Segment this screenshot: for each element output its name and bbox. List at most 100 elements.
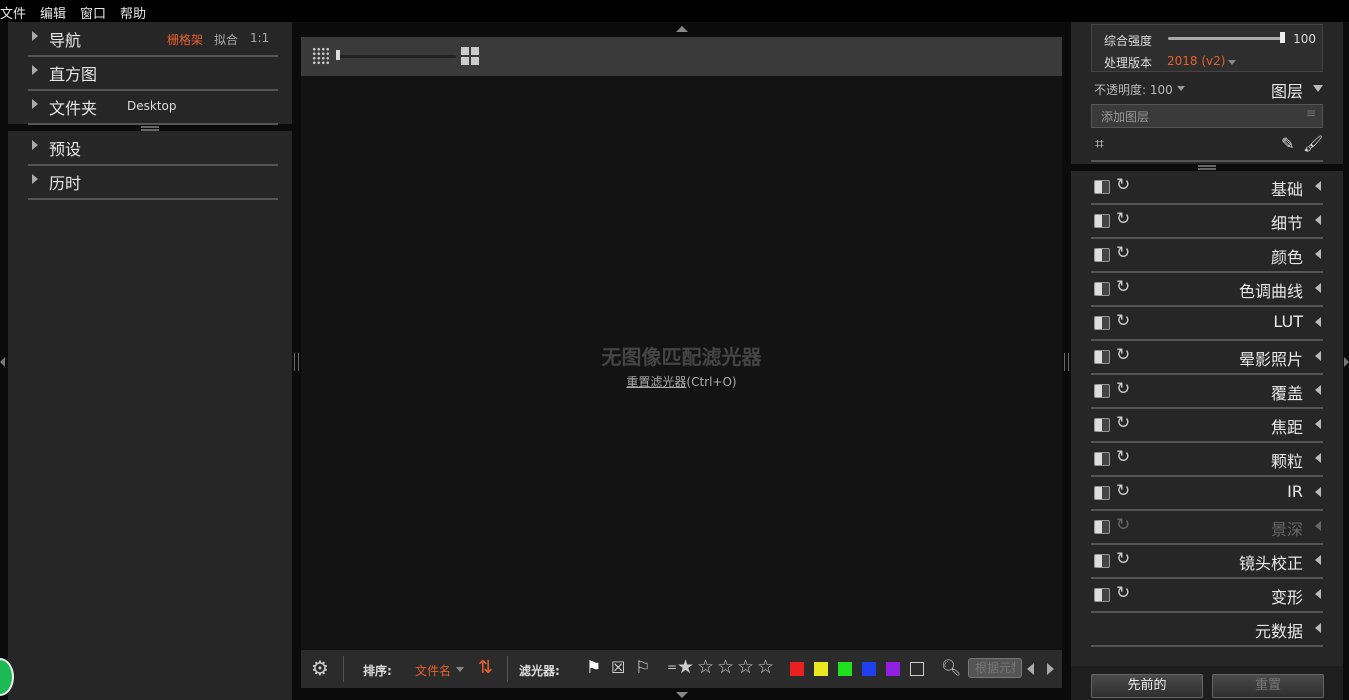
history-section[interactable]: 历时: [28, 165, 278, 200]
reset-icon[interactable]: ↻: [1116, 379, 1130, 399]
nav-option-fit[interactable]: 拟合: [214, 31, 238, 48]
opacity-dropdown[interactable]: 不透明度: 100: [1094, 81, 1173, 98]
nav-option-1to1[interactable]: 1:1: [250, 31, 269, 45]
expand-arrow-icon[interactable]: [1315, 215, 1321, 225]
reset-filter-link[interactable]: 重置滤光器: [626, 375, 686, 389]
adjust-vignette[interactable]: ↻ 晕影照片: [1091, 341, 1323, 375]
add-layer-field[interactable]: 添加图层 ≡: [1091, 104, 1323, 128]
large-grid-icon[interactable]: [461, 47, 479, 65]
right-panel-resize-handle-2[interactable]: [1198, 168, 1216, 170]
reset-icon[interactable]: ↻: [1116, 481, 1130, 501]
adjust-metadata[interactable]: 元数据: [1091, 613, 1323, 647]
reset-icon[interactable]: ↻: [1116, 345, 1130, 365]
expand-triangle-icon[interactable]: [32, 99, 38, 109]
reset-button[interactable]: 重置: [1212, 674, 1324, 698]
toggle-icon[interactable]: [1094, 316, 1110, 330]
opacity-chevron-icon[interactable]: [1177, 86, 1185, 91]
brush-icon[interactable]: 🖌︎: [1303, 134, 1323, 153]
expand-arrow-icon[interactable]: [1315, 487, 1321, 497]
adjust-overlay[interactable]: ↻ 覆盖: [1091, 375, 1323, 409]
expand-triangle-icon[interactable]: [32, 140, 38, 150]
reset-icon[interactable]: ↻: [1116, 243, 1130, 263]
expand-arrow-icon[interactable]: [1315, 385, 1321, 395]
collapse-bottom-icon[interactable]: [676, 692, 688, 698]
toggle-icon[interactable]: [1094, 520, 1110, 534]
expand-arrow-icon[interactable]: [1315, 317, 1321, 327]
toggle-icon[interactable]: [1094, 282, 1110, 296]
adjust-tone-curve[interactable]: ↻ 色调曲线: [1091, 273, 1323, 307]
reset-icon[interactable]: ↻: [1116, 549, 1130, 569]
sort-dropdown[interactable]: 文件名: [415, 662, 451, 679]
adjust-ir[interactable]: ↻ IR: [1091, 477, 1323, 511]
expand-arrow-icon[interactable]: [1315, 283, 1321, 293]
reset-icon[interactable]: ↻: [1116, 583, 1130, 603]
menu-help[interactable]: 帮助: [120, 3, 146, 22]
star-3-icon[interactable]: ☆: [717, 657, 734, 677]
scroll-right-icon[interactable]: [1047, 663, 1054, 675]
rating-operator[interactable]: =: [667, 660, 677, 674]
right-splitter-handle[interactable]: [1064, 353, 1069, 371]
expand-arrow-icon[interactable]: [1315, 453, 1321, 463]
reset-icon[interactable]: ↻: [1116, 209, 1130, 229]
reset-icon[interactable]: ↻: [1116, 515, 1130, 535]
color-label-blue[interactable]: [862, 662, 876, 676]
adjust-grain[interactable]: ↻ 颗粒: [1091, 443, 1323, 477]
star-5-icon[interactable]: ☆: [757, 657, 774, 677]
expand-arrow-icon[interactable]: [1315, 521, 1321, 531]
toggle-icon[interactable]: [1094, 248, 1110, 262]
toggle-icon[interactable]: [1094, 418, 1110, 432]
presets-section[interactable]: 预设: [28, 131, 278, 166]
color-label-none[interactable]: [910, 662, 924, 676]
star-4-icon[interactable]: ☆: [737, 657, 754, 677]
expand-triangle-icon[interactable]: [32, 31, 38, 41]
previous-button[interactable]: 先前的: [1091, 674, 1203, 698]
histogram-section[interactable]: 直方图: [28, 56, 278, 91]
reset-icon[interactable]: ↻: [1116, 311, 1130, 331]
toggle-icon[interactable]: [1094, 588, 1110, 602]
adjust-focus[interactable]: ↻ 焦距: [1091, 409, 1323, 443]
layer-menu-icon[interactable]: ≡: [1306, 106, 1316, 120]
strength-value[interactable]: 100: [1293, 32, 1316, 46]
menu-file[interactable]: 文件: [0, 3, 26, 22]
adjust-lens-correction[interactable]: ↻ 镜头校正: [1091, 545, 1323, 579]
scroll-left-icon[interactable]: [1027, 663, 1034, 675]
expand-arrow-icon[interactable]: [1315, 589, 1321, 599]
flag-unflagged-icon[interactable]: ⚐: [635, 658, 650, 678]
search-key-icon[interactable]: 🔍︎: [941, 658, 961, 678]
toggle-icon[interactable]: [1094, 554, 1110, 568]
expand-arrow-icon[interactable]: [1315, 555, 1321, 565]
adjust-transform[interactable]: ↻ 变形: [1091, 579, 1323, 613]
sort-dropdown-chevron-icon[interactable]: [456, 667, 464, 672]
flag-picked-icon[interactable]: ⚑: [586, 658, 601, 678]
color-label-red[interactable]: [790, 662, 804, 676]
expand-triangle-icon[interactable]: [32, 65, 38, 75]
adjust-color[interactable]: ↻ 颜色: [1091, 239, 1323, 273]
collapse-top-icon[interactable]: [676, 26, 688, 32]
nav-option-grid[interactable]: 栅格架: [167, 31, 203, 48]
expand-arrow-icon[interactable]: [1315, 181, 1321, 191]
navigator-section[interactable]: 导航 栅格架 拟合 1:1: [28, 22, 278, 57]
thumbnail-slider-handle[interactable]: [336, 50, 340, 60]
star-2-icon[interactable]: ☆: [697, 657, 714, 677]
crop-icon[interactable]: ⌗: [1095, 134, 1104, 154]
left-splitter-handle[interactable]: [294, 353, 299, 371]
toggle-icon[interactable]: [1094, 180, 1110, 194]
metadata-search-input[interactable]: [968, 658, 1022, 678]
adjust-basic[interactable]: ↻ 基础: [1091, 171, 1323, 205]
flag-rejected-icon[interactable]: ☒: [611, 658, 625, 678]
adjust-lut[interactable]: ↻ LUT: [1091, 307, 1323, 341]
gear-icon[interactable]: ⚙: [311, 658, 329, 678]
sort-direction-icon[interactable]: ⇅: [478, 658, 493, 678]
color-label-yellow[interactable]: [814, 662, 828, 676]
right-panel-resize-handle[interactable]: [1198, 165, 1216, 167]
collapse-right-panel-icon[interactable]: [1344, 357, 1349, 367]
color-label-green[interactable]: [838, 662, 852, 676]
process-version-dropdown[interactable]: 2018 (v2): [1167, 54, 1225, 68]
expand-triangle-icon[interactable]: [32, 174, 38, 184]
menu-edit[interactable]: 编辑: [40, 3, 66, 22]
reset-icon[interactable]: ↻: [1116, 277, 1130, 297]
reset-icon[interactable]: ↻: [1116, 413, 1130, 433]
menu-window[interactable]: 窗口: [80, 3, 106, 22]
layers-chevron-icon[interactable]: [1313, 85, 1323, 92]
pencil-icon[interactable]: ✎: [1281, 134, 1294, 153]
